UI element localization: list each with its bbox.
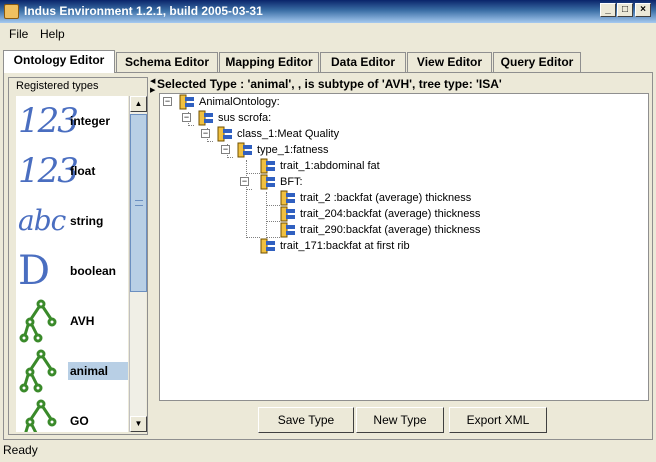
types-scrollbar[interactable]: ▲ ▼ — [129, 96, 147, 432]
collapse-right-icon[interactable]: ▶ — [150, 86, 155, 94]
type-item-boolean[interactable]: D boolean — [16, 246, 128, 296]
ontology-node-icon — [179, 94, 194, 110]
ontology-editor-panel: Registered types 123 integer 123 float a… — [3, 72, 653, 440]
digits-123-icon: 123 — [18, 101, 79, 141]
letter-d-icon: D — [18, 248, 50, 294]
ontology-node-icon — [280, 222, 295, 238]
selected-type-label: Selected Type : 'animal', , is subtype o… — [157, 77, 502, 91]
tab-label: Data Editor — [330, 55, 395, 69]
tree-node-label: trait_1:abdominal fat — [280, 160, 380, 172]
menu-bar: File Help — [0, 23, 656, 45]
tab-view-editor[interactable]: View Editor — [407, 52, 492, 73]
tree-node-label: trait_2 :backfat (average) thickness — [300, 192, 472, 204]
tree-hierarchy-icon — [24, 399, 57, 432]
ontology-tree[interactable]: − AnimalOntology: − sus scrofa: − class_… — [159, 93, 649, 401]
tab-data-editor[interactable]: Data Editor — [320, 52, 406, 73]
title-bar: Indus Environment 1.2.1, build 2005-03-3… — [0, 0, 656, 23]
tree-hierarchy-icon — [19, 299, 57, 343]
tree-node-label: trait_290:backfat (average) thickness — [300, 224, 481, 236]
type-item-string[interactable]: abc string — [16, 196, 128, 246]
tab-query-editor[interactable]: Query Editor — [493, 52, 581, 73]
type-label: AVH — [70, 314, 95, 328]
ontology-node-icon — [217, 126, 232, 142]
type-label: animal — [68, 362, 128, 380]
collapse-toggle-icon[interactable]: − — [182, 113, 191, 122]
minimize-icon[interactable]: _ — [600, 3, 616, 17]
tab-label: Ontology Editor — [13, 53, 105, 67]
type-label: integer — [70, 114, 111, 128]
tree-node-label: trait_171:backfat at first rib — [280, 240, 410, 252]
type-item-float[interactable]: 123 float — [16, 146, 128, 196]
menu-file[interactable]: File — [9, 27, 28, 41]
letters-abc-icon: abc — [18, 204, 66, 237]
status-bar: Ready — [3, 443, 38, 457]
export-xml-button[interactable]: Export XML — [449, 407, 547, 433]
window-title: Indus Environment 1.2.1, build 2005-03-3… — [24, 4, 263, 18]
new-type-button[interactable]: New Type — [356, 407, 444, 433]
tab-label: View Editor — [416, 55, 483, 69]
digits-123-icon: 123 — [18, 151, 79, 191]
type-item-avh[interactable]: AVH — [16, 296, 128, 346]
type-label: string — [70, 214, 104, 228]
ontology-node-icon — [260, 158, 275, 174]
type-label: boolean — [70, 264, 117, 278]
collapse-toggle-icon[interactable]: − — [240, 177, 249, 186]
collapse-left-icon[interactable]: ◀ — [150, 77, 155, 85]
ontology-node-icon — [280, 206, 295, 222]
type-item-animal[interactable]: animal — [16, 346, 128, 396]
registered-types-list: 123 integer 123 float abc string D boole… — [16, 96, 128, 432]
ontology-node-icon — [260, 238, 275, 254]
tree-node-label: BFT: — [280, 176, 303, 188]
split-pane-divider[interactable]: ◀ ▶ — [150, 77, 156, 435]
collapse-toggle-icon[interactable]: − — [221, 145, 230, 154]
collapse-toggle-icon[interactable]: − — [201, 129, 210, 138]
maximize-icon[interactable]: □ — [617, 3, 633, 17]
registered-types-legend: Registered types — [15, 80, 100, 92]
save-type-button[interactable]: Save Type — [258, 407, 354, 433]
type-item-go[interactable]: GO — [16, 396, 128, 432]
tree-node-label: AnimalOntology: — [199, 96, 280, 108]
scroll-thumb[interactable] — [130, 114, 147, 292]
ontology-node-icon — [237, 142, 252, 158]
ontology-node-icon — [280, 190, 295, 206]
tab-mapping-editor[interactable]: Mapping Editor — [219, 52, 319, 73]
tab-schema-editor[interactable]: Schema Editor — [116, 52, 218, 73]
menu-help[interactable]: Help — [40, 27, 65, 41]
registered-types-panel: Registered types 123 integer 123 float a… — [8, 77, 148, 435]
tree-node-label: sus scrofa: — [218, 112, 272, 124]
scroll-down-icon[interactable]: ▼ — [130, 416, 147, 432]
ontology-node-icon — [260, 174, 275, 190]
collapse-toggle-icon[interactable]: − — [163, 97, 172, 106]
scroll-up-icon[interactable]: ▲ — [130, 96, 147, 112]
tab-label: Query Editor — [500, 55, 574, 69]
type-item-integer[interactable]: 123 integer — [16, 96, 128, 146]
tree-node-label: type_1:fatness — [257, 144, 329, 156]
ontology-node-icon — [198, 110, 213, 126]
close-icon[interactable]: × — [635, 3, 651, 17]
type-label: GO — [70, 414, 89, 428]
type-label: float — [70, 164, 96, 178]
tree-node-label: trait_204:backfat (average) thickness — [300, 208, 481, 220]
java-app-icon — [4, 4, 19, 19]
tab-ontology-editor[interactable]: Ontology Editor — [3, 50, 115, 73]
tab-label: Mapping Editor — [225, 55, 313, 69]
tree-node-label: class_1:Meat Quality — [237, 128, 340, 140]
tab-label: Schema Editor — [124, 55, 210, 69]
editor-tabs: Ontology Editor Schema Editor Mapping Ed… — [0, 50, 656, 73]
tree-hierarchy-icon — [19, 349, 57, 393]
